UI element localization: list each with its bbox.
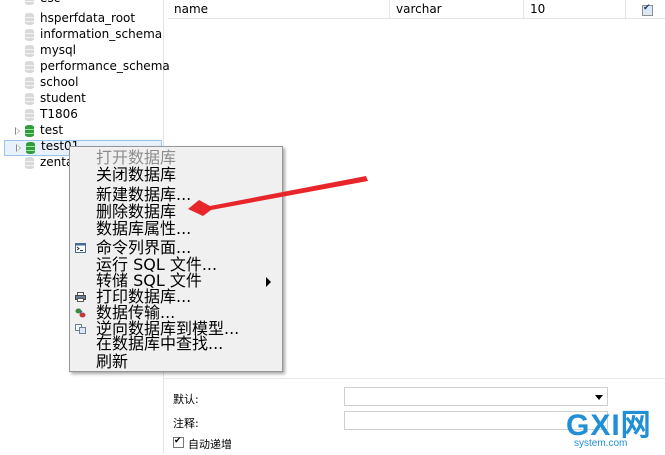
tree-item-information-schema[interactable]: information_schema: [0, 27, 163, 44]
database-icon: [25, 45, 34, 57]
menu-item-label: 关闭数据库: [96, 165, 177, 184]
tree-item-school[interactable]: school: [0, 75, 162, 92]
menu-item-refresh[interactable]: 刷新: [70, 352, 282, 372]
tree-item-test[interactable]: test: [0, 123, 162, 140]
field-not-null-cell: ✔: [626, 0, 665, 19]
watermark-sub: system.com: [574, 438, 628, 449]
default-select[interactable]: [344, 387, 608, 406]
database-icon: [25, 0, 34, 5]
dropdown-caret-icon: [595, 395, 603, 400]
database-icon: [25, 29, 34, 41]
tree-item-hsperfdata-root[interactable]: hsperfdata_root: [0, 11, 162, 28]
tree-item-performance-schema[interactable]: performance_schema: [0, 59, 170, 76]
tree-item-label: mysql: [40, 43, 76, 57]
database-icon: [25, 109, 34, 121]
tree-item-label: T1806: [40, 107, 78, 121]
console-icon: [75, 243, 86, 253]
menu-item-close-database[interactable]: 关闭数据库: [70, 165, 282, 185]
menu-item-label: 在数据库中查找...: [96, 334, 224, 353]
checkmark-icon: ✔: [643, 3, 651, 13]
auto-increment-label: 自动递增: [188, 438, 232, 451]
menu-item-label: 刷新: [96, 352, 129, 371]
submenu-arrow-icon: [266, 277, 271, 287]
menu-item-database-properties[interactable]: 数据库属性...: [70, 219, 282, 239]
database-icon: [25, 61, 34, 73]
tree-item-esc[interactable]: esc: [0, 0, 162, 8]
not-null-checkbox[interactable]: ✔: [642, 3, 653, 16]
database-icon: [25, 77, 34, 89]
tree-item-mysql[interactable]: mysql: [0, 43, 162, 60]
database-open-icon: [25, 125, 34, 137]
database-icon: [25, 157, 34, 169]
expand-arrow-icon[interactable]: [15, 127, 20, 135]
tree-item-label: esc: [40, 0, 60, 5]
expand-arrow-icon[interactable]: [16, 144, 21, 152]
tree-item-label: performance_schema: [40, 59, 170, 73]
tree-item-student[interactable]: student: [0, 91, 162, 108]
tree-item-label: information_schema: [40, 27, 163, 41]
menu-item-label: 数据库属性...: [96, 219, 192, 238]
context-menu: 打开数据库 关闭数据库 新建数据库... 删除数据库 数据库属性... 命令列界…: [69, 146, 283, 372]
database-icon: [25, 93, 34, 105]
tree-item-label: school: [40, 75, 79, 89]
tree-item-t1806[interactable]: T1806: [0, 107, 162, 124]
auto-increment-checkbox[interactable]: ✔: [173, 436, 184, 448]
tree-item-label: hsperfdata_root: [40, 11, 136, 25]
default-label: 默认:: [173, 393, 199, 406]
tree-item-label: test: [40, 123, 64, 137]
checkmark-icon: ✔: [174, 436, 182, 446]
field-name-cell[interactable]: name: [168, 0, 390, 19]
reverse-model-icon: [75, 324, 86, 334]
database-open-icon: [26, 142, 35, 154]
watermark-logo: GXI网 system.com: [566, 410, 662, 450]
data-transfer-icon: [75, 308, 86, 318]
comment-label: 注释:: [173, 417, 199, 430]
field-length-cell[interactable]: 10: [524, 0, 626, 19]
database-icon: [25, 13, 34, 25]
printer-icon: [75, 292, 86, 302]
field-type-cell[interactable]: varchar: [390, 0, 524, 19]
tree-item-label: student: [40, 91, 86, 105]
fields-grid: name varchar 10 ✔: [168, 0, 665, 20]
